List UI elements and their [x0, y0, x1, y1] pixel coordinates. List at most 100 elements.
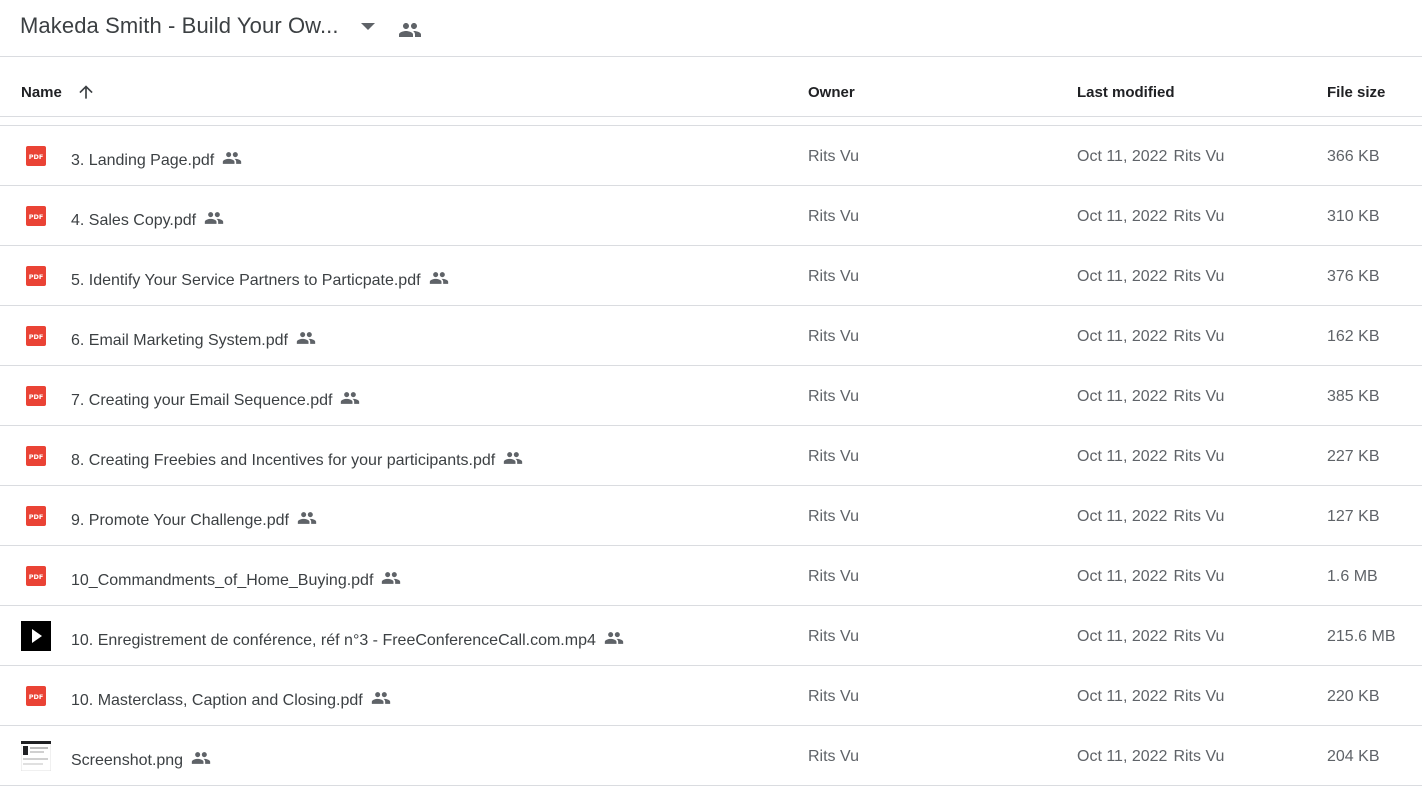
file-size: 162 KB [1327, 328, 1380, 345]
folder-title[interactable]: Makeda Smith - Build Your Ow... [20, 13, 339, 39]
svg-text:PDF: PDF [29, 693, 44, 701]
file-row[interactable]: PDF 8. Creating Freebies and Incentives f… [0, 426, 1422, 486]
column-header-owner[interactable]: Owner [808, 84, 855, 101]
pdf-file-icon: PDF [26, 446, 46, 466]
file-row[interactable]: PDF 10. Masterclass, Caption and Closing.… [0, 666, 1422, 726]
modified-date: Oct 11, 2022 [1077, 748, 1168, 765]
pdf-file-icon: PDF [26, 686, 46, 706]
file-name-label: Screenshot.png [71, 752, 184, 769]
pdf-file-icon: PDF [26, 506, 46, 526]
modified-date: Oct 11, 2022 [1077, 268, 1168, 285]
file-size: 127 KB [1327, 508, 1380, 525]
file-last-modified: Oct 11, 2022 Rits Vu [1077, 208, 1224, 226]
file-row[interactable]: PDF 9. Promote Your Challenge.pdf Rits Vu O… [0, 486, 1422, 546]
svg-text:PDF: PDF [29, 453, 44, 461]
file-name-label: 10_Commandments_of_Home_Buying.pdf [71, 572, 374, 589]
file-row[interactable]: Screenshot.png Rits Vu Oct 11, 2022 Rits Vu… [0, 726, 1422, 786]
file-row[interactable]: 10. Enregistrement de conférence, réf n°… [0, 606, 1422, 666]
column-header-name[interactable]: Name [21, 84, 62, 101]
file-last-modified: Oct 11, 2022 Rits Vu [1077, 388, 1224, 406]
file-size: 215.6 MB [1327, 628, 1396, 645]
file-owner: Rits Vu [808, 628, 859, 645]
file-size: 1.6 MB [1327, 568, 1378, 585]
svg-text:PDF: PDF [29, 573, 44, 581]
file-row[interactable]: PDF 3. Landing Page.pdf Rits Vu Oct 11, 202… [0, 126, 1422, 186]
modified-by: Rits Vu [1173, 388, 1225, 405]
modified-by: Rits Vu [1173, 148, 1225, 165]
svg-text:PDF: PDF [29, 153, 44, 161]
file-owner: Rits Vu [808, 448, 859, 465]
file-last-modified: Oct 11, 2022 Rits Vu [1077, 448, 1224, 466]
file-name: 7. Creating your Email Sequence.pdf [71, 388, 360, 410]
file-owner: Rits Vu [808, 388, 859, 405]
file-name-label: 7. Creating your Email Sequence.pdf [71, 392, 333, 409]
modified-date: Oct 11, 2022 [1077, 568, 1168, 585]
shared-people-icon [429, 272, 448, 284]
shared-people-icon [223, 152, 242, 164]
file-name: 6. Email Marketing System.pdf [71, 328, 316, 350]
modified-date: Oct 11, 2022 [1077, 208, 1168, 225]
svg-text:PDF: PDF [29, 393, 44, 401]
file-size: 204 KB [1327, 748, 1380, 765]
shared-people-icon [504, 452, 523, 464]
svg-text:PDF: PDF [29, 513, 44, 521]
pdf-file-icon: PDF [26, 266, 46, 286]
pdf-file-icon: PDF [26, 326, 46, 346]
file-owner: Rits Vu [808, 748, 859, 765]
pdf-file-icon: PDF [26, 146, 46, 166]
modified-date: Oct 11, 2022 [1077, 448, 1168, 465]
file-name-label: 9. Promote Your Challenge.pdf [71, 512, 289, 529]
svg-text:PDF: PDF [29, 333, 44, 341]
modified-by: Rits Vu [1173, 268, 1225, 285]
video-file-icon [21, 621, 51, 651]
shared-people-icon [191, 752, 211, 764]
modified-by: Rits Vu [1173, 328, 1225, 345]
modified-by: Rits Vu [1173, 568, 1225, 585]
modified-date: Oct 11, 2022 [1077, 688, 1168, 705]
file-size: 376 KB [1327, 268, 1380, 285]
column-header-file-size[interactable]: File size [1327, 84, 1385, 101]
modified-by: Rits Vu [1173, 688, 1225, 705]
modified-date: Oct 11, 2022 [1077, 508, 1168, 525]
file-last-modified: Oct 11, 2022 Rits Vu [1077, 508, 1224, 526]
file-name-label: 5. Identify Your Service Partners to Par… [71, 272, 421, 289]
file-name-label: 10. Masterclass, Caption and Closing.pdf [71, 692, 363, 709]
modified-by: Rits Vu [1173, 508, 1225, 525]
shared-people-icon [204, 212, 224, 224]
file-size: 220 KB [1327, 688, 1380, 705]
image-thumbnail-icon [21, 741, 51, 771]
modified-by: Rits Vu [1173, 448, 1225, 465]
modified-date: Oct 11, 2022 [1077, 628, 1168, 645]
file-name: 5. Identify Your Service Partners to Par… [71, 268, 449, 290]
shared-people-icon[interactable] [398, 18, 422, 42]
shared-people-icon [297, 512, 317, 524]
file-row[interactable]: PDF 7. Creating your Email Sequence.pdf Ri… [0, 366, 1422, 426]
folder-menu-chevron-down-icon[interactable] [361, 23, 375, 30]
shared-people-icon [382, 572, 401, 584]
file-row[interactable]: PDF 6. Email Marketing System.pdf Rits Vu O… [0, 306, 1422, 366]
sort-ascending-arrow-icon[interactable] [76, 82, 96, 102]
column-header-last-modified[interactable]: Last modified [1077, 84, 1175, 101]
svg-text:PDF: PDF [29, 273, 44, 281]
file-size: 310 KB [1327, 208, 1380, 225]
file-name: Screenshot.png [71, 748, 211, 770]
file-row[interactable]: PDF 10_Commandments_of_Home_Buying.pdf Rit… [0, 546, 1422, 606]
modified-by: Rits Vu [1173, 628, 1225, 645]
file-row[interactable]: PDF 5. Identify Your Service Partners to … [0, 246, 1422, 306]
file-last-modified: Oct 11, 2022 Rits Vu [1077, 568, 1224, 586]
top-bar: Makeda Smith - Build Your Ow... [0, 0, 1422, 57]
file-name: 9. Promote Your Challenge.pdf [71, 508, 317, 530]
file-owner: Rits Vu [808, 208, 859, 225]
shared-people-icon [296, 332, 316, 344]
shared-people-icon [371, 692, 390, 704]
file-last-modified: Oct 11, 2022 Rits Vu [1077, 688, 1224, 706]
file-last-modified: Oct 11, 2022 Rits Vu [1077, 328, 1224, 346]
file-last-modified: Oct 11, 2022 Rits Vu [1077, 268, 1224, 286]
file-list-header: Name Owner Last modified File size [0, 57, 1422, 117]
file-row[interactable]: PDF 4. Sales Copy.pdf Rits Vu Oct 11, 2022 R… [0, 186, 1422, 246]
pdf-file-icon: PDF [26, 206, 46, 226]
modified-by: Rits Vu [1173, 208, 1225, 225]
file-name-label: 10. Enregistrement de conférence, réf n°… [71, 632, 596, 649]
pdf-file-icon: PDF [26, 386, 46, 406]
file-size: 227 KB [1327, 448, 1380, 465]
